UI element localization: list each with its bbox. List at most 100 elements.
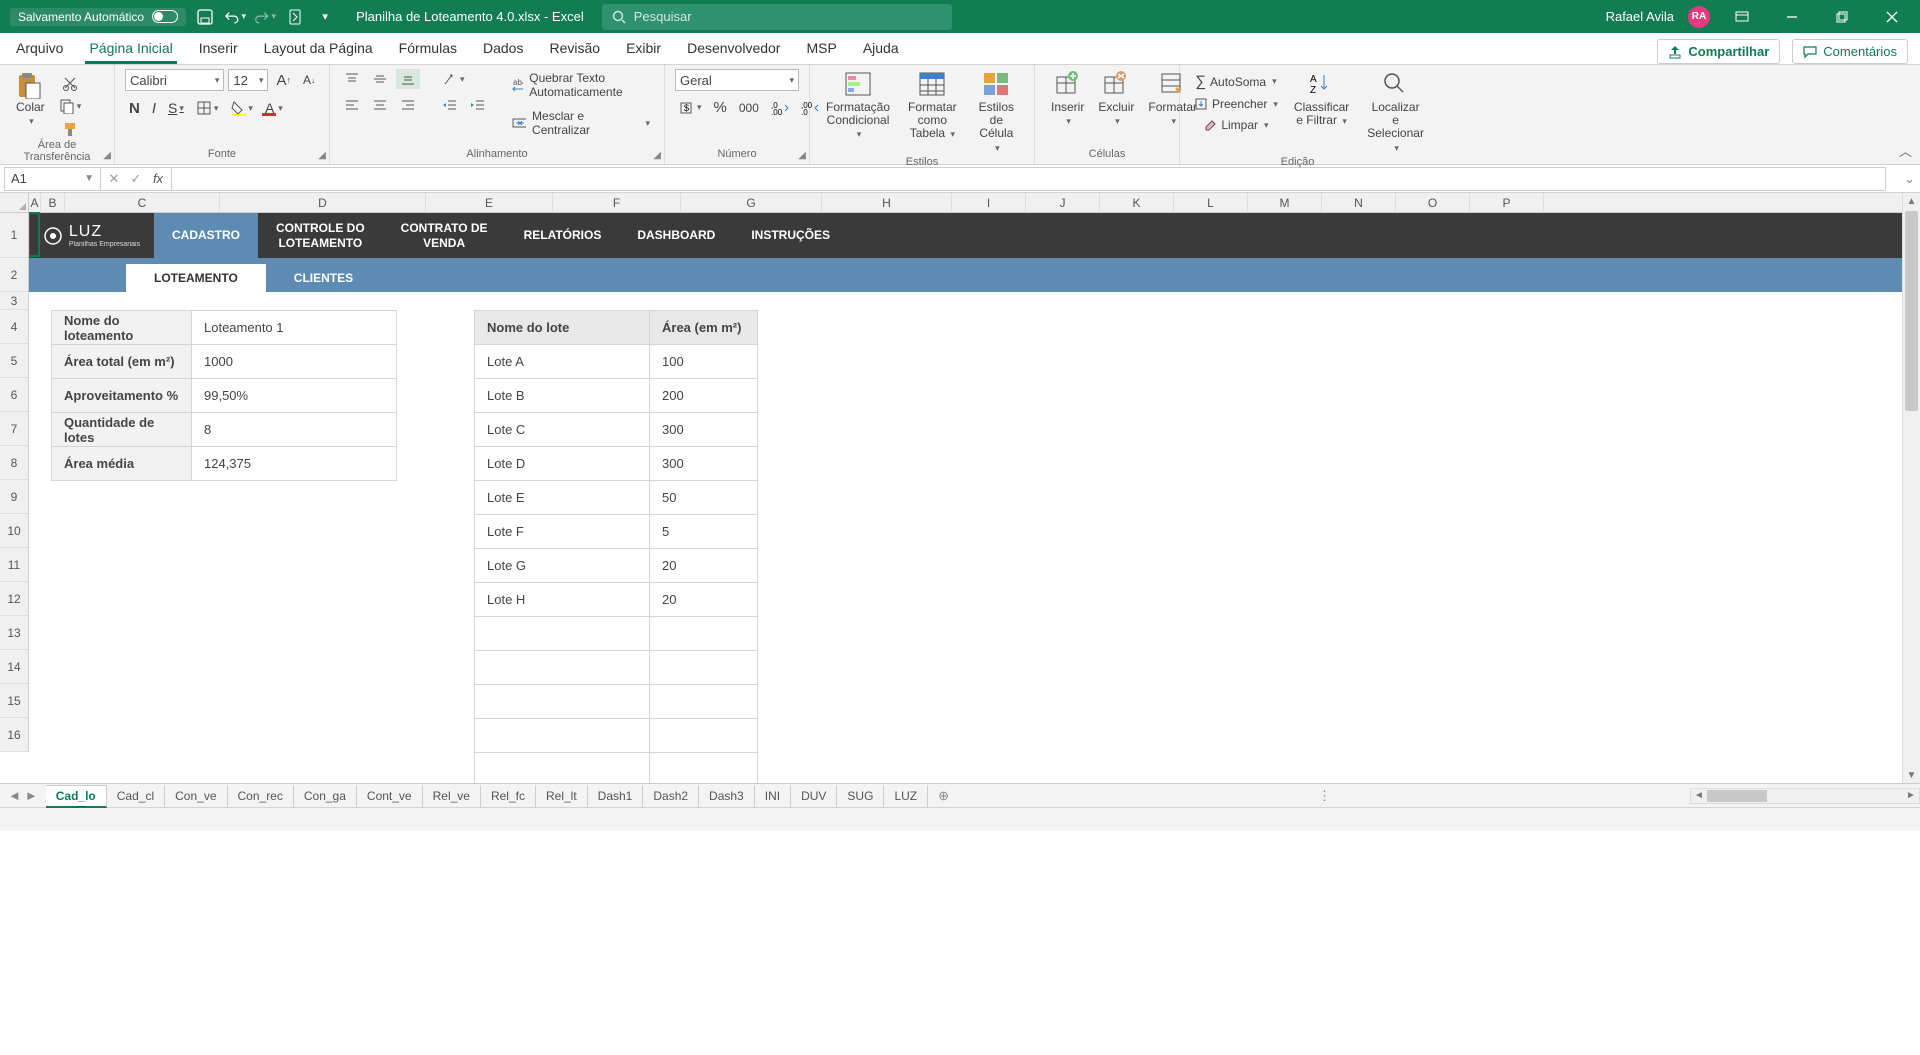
row-header-9[interactable]: 9 [0, 480, 28, 514]
share-button[interactable]: Compartilhar [1657, 39, 1780, 64]
font-name-combo[interactable]: Calibri▾ [125, 69, 224, 91]
vertical-scrollbar[interactable]: ▲ ▼ [1902, 193, 1920, 783]
col-header-L[interactable]: L [1174, 193, 1248, 212]
lot-name-cell[interactable]: Lote H [475, 583, 650, 617]
lot-area-cell[interactable] [650, 651, 758, 685]
column-headers[interactable]: ABCDEFGHIJKLMNOP [29, 193, 1902, 213]
lot-name-cell[interactable] [475, 651, 650, 685]
col-header-N[interactable]: N [1322, 193, 1396, 212]
lot-area-cell[interactable]: 100 [650, 345, 758, 379]
conditional-formatting-button[interactable]: Formatação Condicional ▾ [820, 69, 896, 156]
row-header-4[interactable]: 4 [0, 310, 28, 344]
align-bottom-icon[interactable] [396, 69, 420, 89]
row-header-8[interactable]: 8 [0, 446, 28, 480]
cut-icon[interactable] [55, 73, 86, 93]
subnav-tab-0[interactable]: LOTEAMENTO [126, 264, 266, 292]
new-sheet-button[interactable]: ⊕ [928, 788, 959, 804]
insert-cells-button[interactable]: Inserir▾ [1045, 69, 1090, 148]
hscroll-thumb[interactable] [1707, 790, 1767, 802]
row-header-11[interactable]: 11 [0, 548, 28, 582]
lot-area-cell[interactable]: 50 [650, 481, 758, 515]
lot-area-cell[interactable] [650, 617, 758, 651]
collapse-ribbon-icon[interactable]: ︿ [1899, 141, 1912, 160]
merge-center-button[interactable]: Mesclar e Centralizar▾ [508, 107, 654, 139]
menu-página-inicial[interactable]: Página Inicial [85, 34, 176, 64]
lot-name-cell[interactable]: Lote G [475, 549, 650, 583]
redo-icon[interactable]: ▾ [254, 6, 276, 28]
sheet-tab-Dash2[interactable]: Dash2 [643, 785, 699, 807]
col-header-E[interactable]: E [426, 193, 553, 212]
nav-tab-1[interactable]: CONTROLE DOLOTEAMENTO [258, 213, 383, 258]
menu-inserir[interactable]: Inserir [195, 34, 242, 64]
name-box[interactable]: A1▼ [4, 167, 101, 191]
format-as-table-button[interactable]: Formatar como Tabela ▾ [898, 69, 967, 156]
font-launcher-icon[interactable]: ◢ [318, 150, 326, 161]
horizontal-scrollbar[interactable]: ◄ ► [1690, 788, 1920, 804]
sheet-tab-Rel_fc[interactable]: Rel_fc [481, 785, 536, 807]
row-header-1[interactable]: 1 [0, 213, 28, 258]
sheet-tab-Rel_lt[interactable]: Rel_lt [536, 785, 588, 807]
fx-icon[interactable]: fx [147, 167, 169, 191]
percent-icon[interactable]: % [710, 97, 731, 118]
font-size-combo[interactable]: 12▾ [228, 69, 268, 91]
maximize-button[interactable] [1824, 0, 1860, 33]
lot-area-cell[interactable] [650, 685, 758, 719]
row-header-7[interactable]: 7 [0, 412, 28, 446]
wrap-text-button[interactable]: ab Quebrar Texto Automaticamente [508, 69, 654, 101]
sheet-tab-Rel_ve[interactable]: Rel_ve [423, 785, 481, 807]
copy-icon[interactable]: ▾ [55, 96, 86, 116]
fill-button[interactable]: Preencher▾ [1190, 95, 1282, 113]
lot-area-cell[interactable]: 5 [650, 515, 758, 549]
number-format-combo[interactable]: Geral▾ [675, 69, 799, 91]
sheet-tab-Cad_lo[interactable]: Cad_lo [46, 785, 107, 808]
qat-customize-icon[interactable]: ▾ [314, 6, 336, 28]
find-select-button[interactable]: Localizar e Selecionar ▾ [1361, 69, 1430, 156]
expand-formula-bar-icon[interactable]: ⌄ [1904, 171, 1920, 187]
cell-styles-button[interactable]: Estilos de Célula ▾ [969, 69, 1024, 156]
format-painter-icon[interactable] [55, 119, 86, 139]
comma-style-icon[interactable]: 000 [735, 99, 763, 117]
alignment-launcher-icon[interactable]: ◢ [653, 150, 661, 161]
search-box[interactable]: Pesquisar [602, 4, 952, 30]
row-header-16[interactable]: 16 [0, 718, 28, 752]
borders-icon[interactable]: ▾ [192, 98, 223, 118]
sheet-tab-INI[interactable]: INI [755, 785, 791, 807]
cancel-formula-icon[interactable]: ✕ [103, 167, 125, 191]
col-header-G[interactable]: G [681, 193, 822, 212]
vscroll-thumb[interactable] [1905, 211, 1918, 411]
clipboard-launcher-icon[interactable]: ◢ [103, 150, 111, 161]
col-header-B[interactable]: B [41, 193, 65, 212]
orientation-icon[interactable]: ▾ [438, 69, 469, 89]
sheet-tab-Con_ve[interactable]: Con_ve [165, 785, 227, 807]
lot-name-cell[interactable] [475, 617, 650, 651]
lot-area-cell[interactable]: 300 [650, 413, 758, 447]
fill-color-icon[interactable]: ▾ [226, 98, 257, 118]
sort-filter-button[interactable]: AZClassificar e Filtrar ▾ [1288, 69, 1355, 156]
sheet-tab-Con_ga[interactable]: Con_ga [294, 785, 357, 807]
row-header-6[interactable]: 6 [0, 378, 28, 412]
menu-fórmulas[interactable]: Fórmulas [395, 34, 461, 64]
formula-input[interactable] [172, 167, 1886, 191]
sheet-tab-Dash1[interactable]: Dash1 [588, 785, 644, 807]
lot-area-cell[interactable]: 300 [650, 447, 758, 481]
increase-decimal-icon[interactable]: ,0,00 [767, 99, 793, 117]
font-color-icon[interactable]: A▾ [261, 97, 287, 119]
row-headers[interactable]: 12345678910111213141516 [0, 213, 29, 752]
menu-exibir[interactable]: Exibir [622, 34, 665, 64]
scroll-up-icon[interactable]: ▲ [1903, 193, 1920, 209]
menu-layout-da-página[interactable]: Layout da Página [260, 34, 377, 64]
nav-tab-2[interactable]: CONTRATO DEVENDA [383, 213, 506, 258]
summary-value[interactable]: 8 [192, 413, 397, 447]
summary-value[interactable]: 124,375 [192, 447, 397, 481]
hscroll-right-icon[interactable]: ► [1903, 790, 1919, 801]
increase-indent-icon[interactable] [466, 95, 490, 115]
clear-button[interactable]: Limpar▾ [1190, 116, 1282, 134]
tab-scroll-right-icon[interactable]: ► [25, 788, 38, 803]
col-header-J[interactable]: J [1026, 193, 1100, 212]
select-all-corner[interactable] [0, 193, 29, 213]
lot-name-cell[interactable] [475, 719, 650, 753]
align-center-icon[interactable] [368, 95, 392, 115]
accounting-format-icon[interactable]: $▾ [675, 98, 706, 118]
lot-name-cell[interactable]: Lote D [475, 447, 650, 481]
lot-name-cell[interactable]: Lote E [475, 481, 650, 515]
